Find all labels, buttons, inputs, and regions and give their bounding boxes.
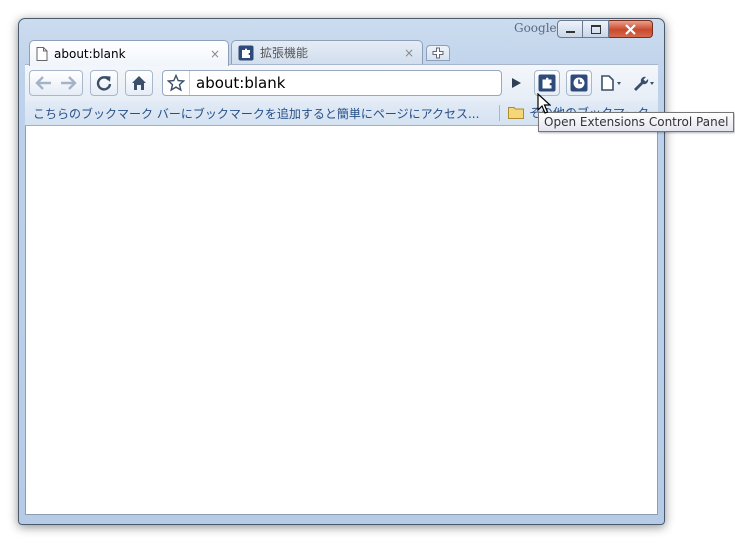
star-icon bbox=[167, 74, 185, 92]
google-brand-label: Google bbox=[514, 21, 557, 35]
tab-about-blank[interactable]: about:blank × bbox=[29, 40, 229, 66]
page-menu-button[interactable] bbox=[598, 70, 628, 96]
maximize-button[interactable] bbox=[583, 20, 609, 38]
minimize-button[interactable] bbox=[557, 20, 583, 38]
tab-close-icon[interactable]: × bbox=[404, 46, 414, 60]
tab-title: about:blank bbox=[54, 46, 126, 61]
tab-extensions[interactable]: 拡張機能 × bbox=[231, 40, 423, 64]
tools-menu-button[interactable] bbox=[632, 70, 658, 96]
forward-arrow-icon[interactable] bbox=[59, 76, 77, 90]
mouse-cursor-icon bbox=[537, 93, 551, 114]
history-button[interactable] bbox=[566, 70, 592, 96]
url-text[interactable]: about:blank bbox=[196, 74, 501, 92]
bookmark-separator bbox=[499, 105, 500, 121]
reload-button[interactable] bbox=[90, 70, 118, 96]
back-forward-group bbox=[29, 70, 83, 96]
page-icon bbox=[36, 46, 48, 61]
page-content[interactable] bbox=[25, 126, 658, 515]
bookmark-bar-hint: こちらのブックマーク バーにブックマークを追加すると簡単にページにアクセス... bbox=[33, 107, 480, 121]
go-play-icon bbox=[512, 78, 521, 88]
wrench-icon bbox=[634, 76, 654, 91]
plus-icon bbox=[432, 47, 444, 59]
bookmark-star-button[interactable] bbox=[163, 71, 190, 95]
tooltip-text: Open Extensions Control Panel bbox=[544, 115, 729, 129]
go-button[interactable] bbox=[504, 70, 528, 96]
address-bar[interactable]: about:blank bbox=[162, 70, 502, 96]
close-icon bbox=[625, 23, 636, 35]
tab-close-icon[interactable]: × bbox=[210, 47, 220, 61]
close-window-button[interactable] bbox=[609, 20, 653, 38]
folder-icon bbox=[508, 107, 524, 119]
maximize-icon bbox=[590, 24, 601, 34]
window-caption-buttons bbox=[557, 20, 653, 38]
home-icon bbox=[132, 76, 146, 90]
back-arrow-icon[interactable] bbox=[35, 76, 53, 90]
extensions-puzzle-icon bbox=[238, 45, 254, 60]
page-menu-icon bbox=[601, 75, 621, 91]
new-tab-button[interactable] bbox=[426, 45, 450, 61]
tooltip: Open Extensions Control Panel bbox=[538, 112, 735, 132]
tab-title: 拡張機能 bbox=[260, 46, 309, 60]
extensions-puzzle-icon bbox=[538, 74, 556, 92]
browser-window: Google about:blank × 拡張機能 × about:blank … bbox=[18, 18, 665, 525]
toolbar: about:blank bbox=[25, 64, 658, 101]
clock-icon bbox=[570, 74, 588, 92]
home-button[interactable] bbox=[125, 70, 153, 96]
minimize-icon bbox=[565, 31, 575, 33]
reload-icon bbox=[96, 76, 112, 91]
